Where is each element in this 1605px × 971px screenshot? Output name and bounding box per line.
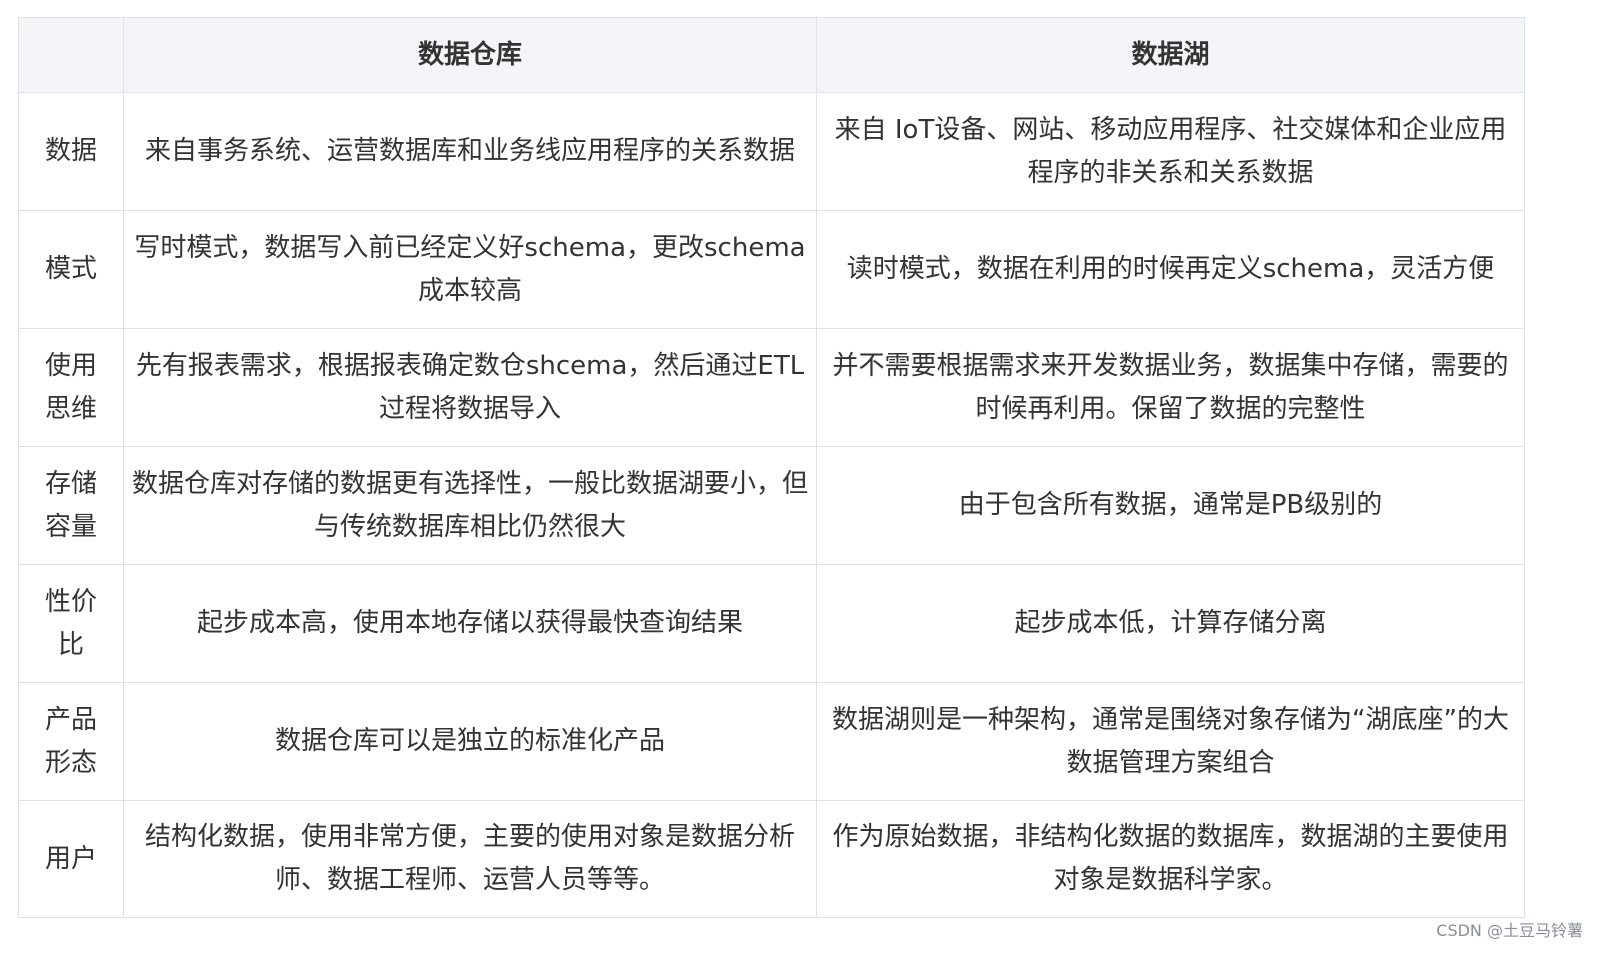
lake-cell: 起步成本低，计算存储分离 [816,564,1525,683]
header-corner [18,17,124,93]
table-body: 数据 来自事务系统、运营数据库和业务线应用程序的关系数据 来自 IoT设备、网站… [18,92,1525,918]
warehouse-cell: 数据仓库对存储的数据更有选择性，一般比数据湖要小，但与传统数据库相比仍然很大 [123,446,817,565]
table-row: 存储容量 数据仓库对存储的数据更有选择性，一般比数据湖要小，但与传统数据库相比仍… [18,446,1525,565]
warehouse-cell: 来自事务系统、运营数据库和业务线应用程序的关系数据 [123,92,817,211]
row-label: 数据 [18,92,124,211]
warehouse-cell: 写时模式，数据写入前已经定义好schema，更改schema成本较高 [123,210,817,329]
lake-cell: 数据湖则是一种架构，通常是围绕对象存储为“湖底座”的大数据管理方案组合 [816,682,1525,801]
row-label: 性价比 [18,564,124,683]
table-row: 用户 结构化数据，使用非常方便，主要的使用对象是数据分析师、数据工程师、运营人员… [18,800,1525,918]
header-data-warehouse: 数据仓库 [123,17,817,93]
header-row: 数据仓库 数据湖 [18,17,1525,93]
warehouse-cell: 先有报表需求，根据报表确定数仓shcema，然后通过ETL过程将数据导入 [123,328,817,447]
table-row: 数据 来自事务系统、运营数据库和业务线应用程序的关系数据 来自 IoT设备、网站… [18,92,1525,211]
warehouse-cell: 起步成本高，使用本地存储以获得最快查询结果 [123,564,817,683]
lake-cell: 来自 IoT设备、网站、移动应用程序、社交媒体和企业应用程序的非关系和关系数据 [816,92,1525,211]
watermark: CSDN @土豆马铃薯 [1436,921,1583,940]
lake-cell: 作为原始数据，非结构化数据的数据库，数据湖的主要使用对象是数据科学家。 [816,800,1525,918]
table-row: 产品形态 数据仓库可以是独立的标准化产品 数据湖则是一种架构，通常是围绕对象存储… [18,682,1525,801]
lake-cell: 由于包含所有数据，通常是PB级别的 [816,446,1525,565]
table-row: 性价比 起步成本高，使用本地存储以获得最快查询结果 起步成本低，计算存储分离 [18,564,1525,683]
row-label: 存储容量 [18,446,124,565]
row-label: 用户 [18,800,124,918]
warehouse-cell: 结构化数据，使用非常方便，主要的使用对象是数据分析师、数据工程师、运营人员等等。 [123,800,817,918]
row-label: 模式 [18,210,124,329]
comparison-table: 数据仓库 数据湖 数据 来自事务系统、运营数据库和业务线应用程序的关系数据 来自… [18,17,1525,918]
table-row: 使用思维 先有报表需求，根据报表确定数仓shcema，然后通过ETL过程将数据导… [18,328,1525,447]
lake-cell: 并不需要根据需求来开发数据业务，数据集中存储，需要的时候再利用。保留了数据的完整… [816,328,1525,447]
table-header: 数据仓库 数据湖 [18,17,1525,93]
table-row: 模式 写时模式，数据写入前已经定义好schema，更改schema成本较高 读时… [18,210,1525,329]
lake-cell: 读时模式，数据在利用的时候再定义schema，灵活方便 [816,210,1525,329]
row-label: 产品形态 [18,682,124,801]
header-data-lake: 数据湖 [816,17,1525,93]
warehouse-cell: 数据仓库可以是独立的标准化产品 [123,682,817,801]
row-label: 使用思维 [18,328,124,447]
